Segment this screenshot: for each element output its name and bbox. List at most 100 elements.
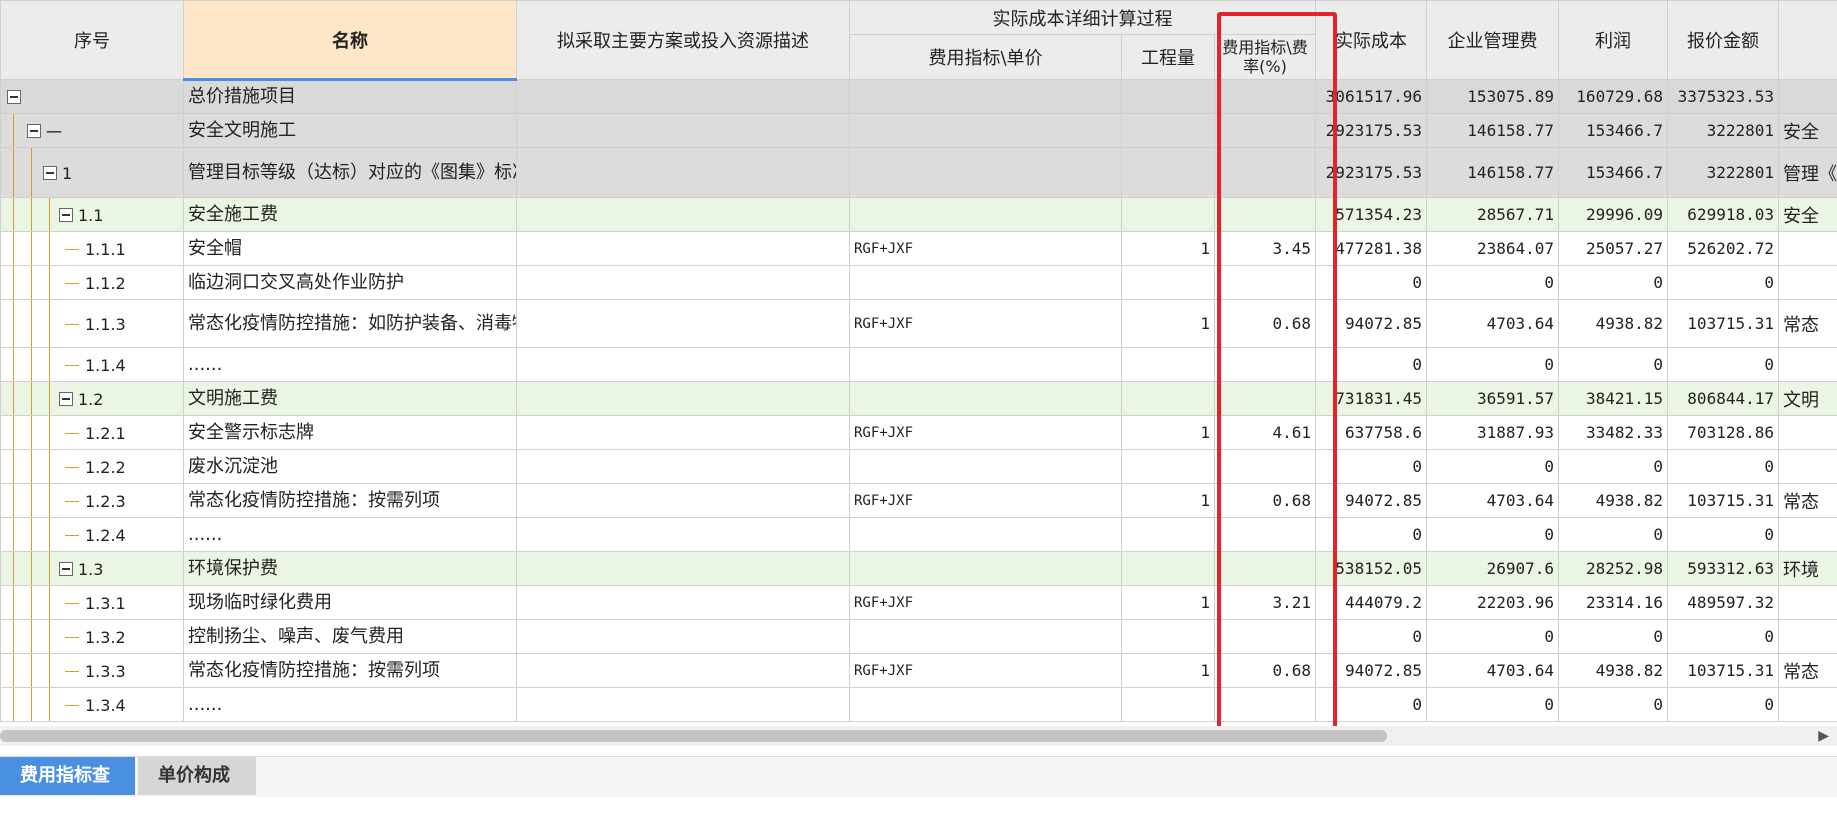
row-name-cell[interactable]: 现场临时绿化费用: [184, 586, 517, 620]
row-qty-cell[interactable]: 1: [1122, 654, 1215, 688]
col-header-seq[interactable]: 序号: [1, 1, 184, 80]
row-rate-cell[interactable]: [1215, 148, 1316, 198]
row-name-cell[interactable]: ......: [184, 518, 517, 552]
row-extra-cell[interactable]: 常态: [1779, 300, 1837, 348]
col-header-actual-cost[interactable]: 实际成本: [1316, 1, 1427, 80]
row-mgmt-fee-cell[interactable]: 0: [1427, 518, 1559, 552]
row-rate-cell[interactable]: 0.68: [1215, 484, 1316, 518]
row-desc-cell[interactable]: [517, 382, 850, 416]
row-desc-cell[interactable]: [517, 266, 850, 300]
row-fee-index-cell[interactable]: [850, 382, 1122, 416]
row-name-cell[interactable]: 环境保护费: [184, 552, 517, 586]
row-qty-cell[interactable]: [1122, 80, 1215, 114]
row-actual-cost-cell[interactable]: 2923175.53: [1316, 114, 1427, 148]
row-actual-cost-cell[interactable]: 731831.45: [1316, 382, 1427, 416]
table-row[interactable]: 1.3.4......0000: [1, 688, 1837, 722]
row-mgmt-fee-cell[interactable]: 0: [1427, 348, 1559, 382]
row-rate-cell[interactable]: 0.68: [1215, 654, 1316, 688]
row-actual-cost-cell[interactable]: 94072.85: [1316, 300, 1427, 348]
row-rate-cell[interactable]: [1215, 266, 1316, 300]
row-extra-cell[interactable]: [1779, 620, 1837, 654]
row-qty-cell[interactable]: [1122, 620, 1215, 654]
row-desc-cell[interactable]: [517, 518, 850, 552]
collapse-icon[interactable]: [43, 166, 57, 180]
row-seq-cell[interactable]: 1.3.2: [1, 620, 184, 654]
row-qty-cell[interactable]: [1122, 382, 1215, 416]
table-row[interactable]: 一安全文明施工2923175.53146158.77153466.7322280…: [1, 114, 1837, 148]
row-rate-cell[interactable]: [1215, 450, 1316, 484]
row-rate-cell[interactable]: [1215, 620, 1316, 654]
row-mgmt-fee-cell[interactable]: 28567.71: [1427, 198, 1559, 232]
row-profit-cell[interactable]: 153466.7: [1559, 114, 1668, 148]
collapse-icon[interactable]: [59, 208, 73, 222]
col-header-rate[interactable]: 费用指标\费率(%): [1215, 35, 1316, 80]
row-seq-cell[interactable]: 1.3.4: [1, 688, 184, 722]
row-seq-cell[interactable]: 1.3: [1, 552, 184, 586]
col-header-name[interactable]: 名称: [184, 1, 517, 80]
row-qty-cell[interactable]: 1: [1122, 300, 1215, 348]
row-profit-cell[interactable]: 0: [1559, 266, 1668, 300]
row-extra-cell[interactable]: [1779, 416, 1837, 450]
row-mgmt-fee-cell[interactable]: 36591.57: [1427, 382, 1559, 416]
horizontal-scrollbar[interactable]: ▶: [0, 726, 1837, 746]
row-mgmt-fee-cell[interactable]: 0: [1427, 620, 1559, 654]
row-desc-cell[interactable]: [517, 232, 850, 266]
table-row[interactable]: 1.1.2临边洞口交叉高处作业防护0000: [1, 266, 1837, 300]
row-seq-cell[interactable]: 1.3.3: [1, 654, 184, 688]
row-rate-cell[interactable]: [1215, 688, 1316, 722]
row-seq-cell[interactable]: 1.1.1: [1, 232, 184, 266]
row-qty-cell[interactable]: 1: [1122, 416, 1215, 450]
row-actual-cost-cell[interactable]: 0: [1316, 450, 1427, 484]
row-quote-cell[interactable]: 489597.32: [1668, 586, 1779, 620]
collapse-icon[interactable]: [59, 562, 73, 576]
collapse-icon[interactable]: [59, 392, 73, 406]
row-extra-cell[interactable]: 常态: [1779, 654, 1837, 688]
row-seq-cell[interactable]: 1.3.1: [1, 586, 184, 620]
row-profit-cell[interactable]: 0: [1559, 348, 1668, 382]
row-fee-index-cell[interactable]: [850, 688, 1122, 722]
row-profit-cell[interactable]: 25057.27: [1559, 232, 1668, 266]
row-qty-cell[interactable]: [1122, 450, 1215, 484]
row-seq-cell[interactable]: 1.2.2: [1, 450, 184, 484]
col-header-mgmt-fee[interactable]: 企业管理费: [1427, 1, 1559, 80]
row-mgmt-fee-cell[interactable]: 4703.64: [1427, 300, 1559, 348]
row-qty-cell[interactable]: [1122, 552, 1215, 586]
row-quote-cell[interactable]: 0: [1668, 450, 1779, 484]
row-fee-index-cell[interactable]: [850, 114, 1122, 148]
row-mgmt-fee-cell[interactable]: 0: [1427, 688, 1559, 722]
row-rate-cell[interactable]: 4.61: [1215, 416, 1316, 450]
row-rate-cell[interactable]: [1215, 80, 1316, 114]
row-name-cell[interactable]: 常态化疫情防控措施：如防护装备、消毒物资...: [184, 300, 517, 348]
row-actual-cost-cell[interactable]: 2923175.53: [1316, 148, 1427, 198]
row-seq-cell[interactable]: 1: [1, 148, 184, 198]
row-name-cell[interactable]: 废水沉淀池: [184, 450, 517, 484]
row-rate-cell[interactable]: [1215, 518, 1316, 552]
table-row[interactable]: 1.3.2控制扬尘、噪声、废气费用0000: [1, 620, 1837, 654]
row-fee-index-cell[interactable]: RGF+JXF: [850, 300, 1122, 348]
row-name-cell[interactable]: 控制扬尘、噪声、废气费用: [184, 620, 517, 654]
row-desc-cell[interactable]: [517, 198, 850, 232]
row-quote-cell[interactable]: 0: [1668, 266, 1779, 300]
row-fee-index-cell[interactable]: RGF+JXF: [850, 232, 1122, 266]
col-header-fee-index[interactable]: 费用指标\单价: [850, 35, 1122, 80]
row-seq-cell[interactable]: 1.1.2: [1, 266, 184, 300]
row-extra-cell[interactable]: [1779, 348, 1837, 382]
row-quote-cell[interactable]: 629918.03: [1668, 198, 1779, 232]
table-row[interactable]: 1.3环境保护费538152.0526907.628252.98593312.6…: [1, 552, 1837, 586]
row-extra-cell[interactable]: 环境: [1779, 552, 1837, 586]
row-qty-cell[interactable]: [1122, 518, 1215, 552]
row-desc-cell[interactable]: [517, 484, 850, 518]
row-quote-cell[interactable]: 0: [1668, 518, 1779, 552]
row-qty-cell[interactable]: [1122, 148, 1215, 198]
row-desc-cell[interactable]: [517, 114, 850, 148]
row-extra-cell[interactable]: 管理《图: [1779, 148, 1837, 198]
row-rate-cell[interactable]: 3.21: [1215, 586, 1316, 620]
row-extra-cell[interactable]: 文明: [1779, 382, 1837, 416]
row-desc-cell[interactable]: [517, 688, 850, 722]
row-quote-cell[interactable]: 103715.31: [1668, 484, 1779, 518]
row-rate-cell[interactable]: [1215, 348, 1316, 382]
table-row[interactable]: 1.3.3常态化疫情防控措施：按需列项RGF+JXF10.6894072.854…: [1, 654, 1837, 688]
row-seq-cell[interactable]: 1.1.3: [1, 300, 184, 348]
row-fee-index-cell[interactable]: RGF+JXF: [850, 586, 1122, 620]
row-quote-cell[interactable]: 3222801: [1668, 148, 1779, 198]
